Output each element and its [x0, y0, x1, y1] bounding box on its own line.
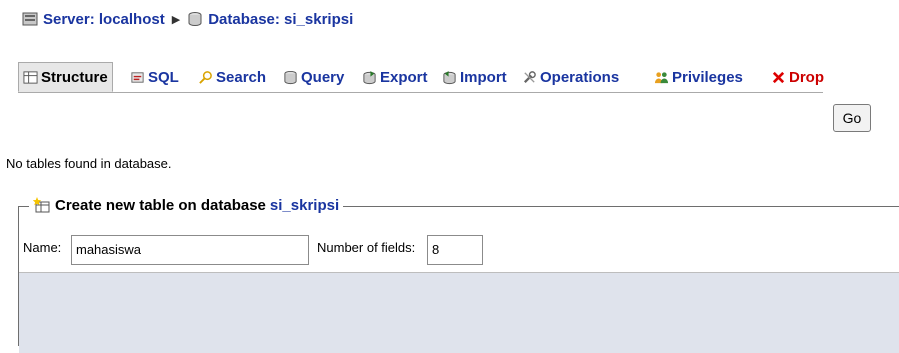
tab-operations[interactable]: Operations: [522, 64, 619, 91]
operations-icon: [523, 71, 536, 84]
tab-export[interactable]: Export: [362, 64, 428, 91]
go-button[interactable]: Go: [833, 104, 871, 132]
breadcrumb: Server: localhost ▶ Database: si_skripsi: [22, 6, 353, 32]
server-link[interactable]: Server: localhost: [43, 11, 165, 28]
tab-label: Import: [460, 69, 507, 86]
tab-label: Search: [216, 69, 267, 86]
name-label: Name:: [23, 240, 62, 255]
search-icon: [199, 71, 212, 84]
create-table-fieldset: Create new table on database si_skripsi …: [18, 196, 899, 353]
new-table-icon: [33, 197, 50, 213]
tab-label: Operations: [540, 69, 620, 86]
tab-label: Structure: [41, 68, 108, 86]
tab-import[interactable]: Import: [442, 64, 507, 91]
tab-label: Query: [301, 69, 345, 86]
tab-search[interactable]: Search: [198, 64, 266, 91]
drop-icon: [772, 71, 785, 84]
database-link[interactable]: Database: si_skripsi: [208, 11, 353, 28]
sql-icon: [131, 72, 144, 83]
tab-label: Privileges: [672, 69, 743, 86]
database-icon: [188, 12, 202, 27]
breadcrumb-arrow-icon: ▶: [171, 13, 181, 26]
tab-label: SQL: [148, 69, 179, 86]
tab-query[interactable]: Query: [283, 64, 344, 91]
export-icon: [363, 70, 376, 85]
table-name-input[interactable]: mahasiswa: [71, 235, 309, 265]
table-form-row: Name: mahasiswa Number of fields: 8: [19, 227, 899, 273]
tab-sql[interactable]: SQL: [130, 64, 179, 91]
legend-database-name: si_skripsi: [269, 196, 340, 214]
tab-privileges[interactable]: Privileges: [654, 64, 743, 91]
privileges-icon: [654, 72, 669, 84]
import-icon: [443, 70, 456, 85]
tab-label: Drop: [789, 69, 824, 86]
tab-label: Export: [380, 69, 428, 86]
form-footer-bar: [19, 273, 899, 353]
no-tables-message: No tables found in database.: [6, 156, 172, 171]
create-table-legend: Create new table on database si_skripsi: [29, 196, 344, 214]
tab-drop[interactable]: Drop: [771, 64, 824, 91]
query-icon: [284, 70, 297, 85]
server-icon: [22, 12, 38, 26]
tab-bar: Structure SQL Search Query Export Import…: [18, 62, 824, 93]
tab-structure[interactable]: Structure: [18, 62, 113, 92]
structure-icon: [23, 70, 38, 84]
legend-text: Create new table on database: [55, 196, 266, 214]
number-of-fields-input[interactable]: 8: [427, 235, 483, 265]
number-of-fields-label: Number of fields:: [317, 240, 416, 255]
